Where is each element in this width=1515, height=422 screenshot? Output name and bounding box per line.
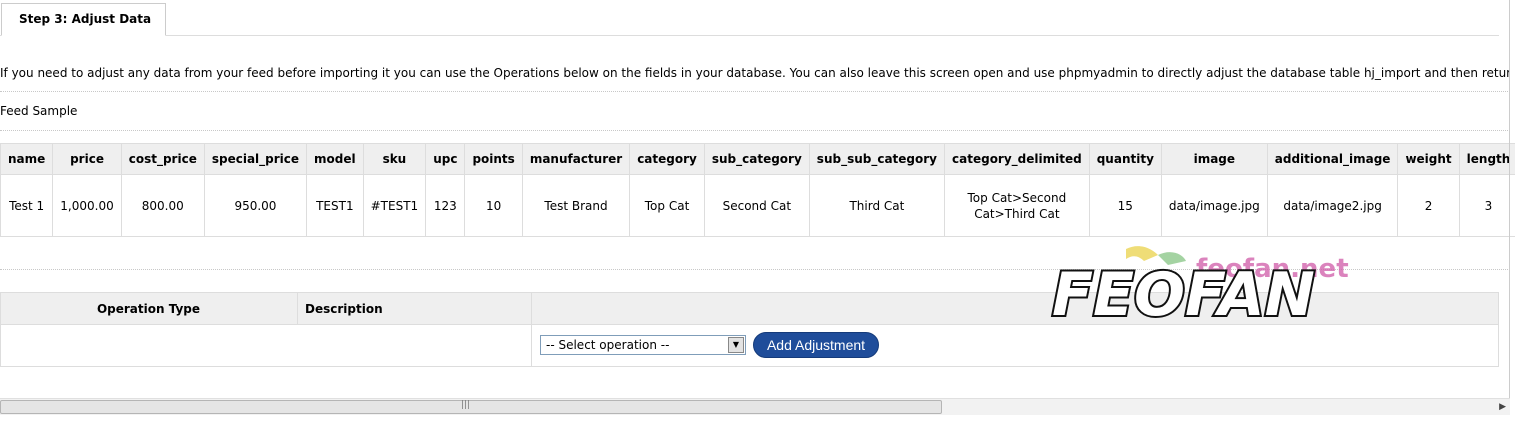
- column-header-price: price: [52, 143, 122, 175]
- divider: [0, 130, 1510, 131]
- column-header-sku: sku: [362, 143, 427, 175]
- cell-sub-category: Second Cat: [703, 174, 810, 237]
- column-header-weight: weight: [1397, 143, 1460, 175]
- column-header-category: category: [629, 143, 705, 175]
- column-header-manufacturer: manufacturer: [521, 143, 631, 175]
- tab-bar: Step 3: Adjust Data: [0, 0, 1499, 37]
- cell-image: data/image.jpg: [1160, 174, 1268, 237]
- column-header-sub-category: sub_category: [703, 143, 810, 175]
- page-border: [1509, 0, 1510, 410]
- column-header-model: model: [306, 143, 364, 175]
- cell-additional-image: data/image2.jpg: [1266, 174, 1399, 237]
- column-header-category-delimited: category_delimited: [944, 143, 1090, 175]
- column-header-upc: upc: [425, 143, 466, 175]
- watermark-color-blob: [1126, 246, 1158, 261]
- chevron-down-icon[interactable]: ▼: [728, 337, 744, 353]
- cell-cost-price: 800.00: [120, 174, 205, 237]
- table-row: Test 1 1,000.00 800.00 950.00 TEST1 #TEST1 123…: [0, 174, 1515, 237]
- table-header-row: name price cost_price special_price model sku…: [0, 143, 1515, 175]
- operation-select-value: -- Select operation --: [546, 338, 670, 352]
- tab-divider: [0, 35, 1499, 36]
- scrollbar-grip-icon: |||: [461, 400, 471, 410]
- operation-select[interactable]: -- Select operation -- ▼: [540, 335, 746, 355]
- column-header-name: name: [0, 143, 54, 175]
- operation-type-header: Operation Type: [0, 292, 298, 325]
- description-header: Description: [297, 292, 532, 325]
- cell-category-delimited: Top Cat>Second Cat>Third Cat: [944, 174, 1090, 237]
- operations-table: Operation Type Description: [0, 292, 1499, 367]
- cell-name: Test 1: [0, 174, 54, 237]
- scroll-right-arrow-icon[interactable]: ▶: [1499, 399, 1506, 415]
- scrollbar-thumb[interactable]: [0, 400, 942, 414]
- column-header-image: image: [1160, 143, 1268, 175]
- column-header-quantity: quantity: [1088, 143, 1162, 175]
- cell-price: 1,000.00: [52, 174, 122, 237]
- column-header-sub-sub-category: sub_sub_category: [808, 143, 946, 175]
- column-header-special-price: special_price: [203, 143, 308, 175]
- cell-length: 3: [1458, 174, 1515, 237]
- intro-text: If you need to adjust any data from your…: [0, 66, 1510, 80]
- cell-weight: 2: [1397, 174, 1460, 237]
- cell-manufacturer: Test Brand: [521, 174, 631, 237]
- feed-sample-title: Feed Sample: [0, 104, 78, 118]
- cell-upc: 123: [425, 174, 466, 237]
- column-header-points: points: [464, 143, 523, 175]
- cell-special-price: 950.00: [203, 174, 308, 237]
- column-header-length: length: [1458, 143, 1515, 175]
- action-header: [531, 292, 1499, 325]
- operations-header-row: Operation Type Description: [0, 292, 1499, 325]
- divider: [0, 91, 1510, 92]
- cell-points: 10: [464, 174, 523, 237]
- column-header-additional-image: additional_image: [1266, 143, 1399, 175]
- horizontal-scrollbar[interactable]: ||| ▶: [0, 398, 1510, 415]
- operations-empty-cell: [0, 324, 532, 367]
- divider: [0, 269, 1510, 270]
- cell-sku: #TEST1: [362, 174, 427, 237]
- add-adjustment-button[interactable]: Add Adjustment: [753, 332, 879, 358]
- operations-input-row: [0, 324, 1499, 367]
- cell-sub-sub-category: Third Cat: [808, 174, 946, 237]
- column-header-cost-price: cost_price: [120, 143, 205, 175]
- cell-model: TEST1: [306, 174, 364, 237]
- feed-sample-table: name price cost_price special_price model sku…: [0, 143, 1515, 237]
- cell-quantity: 15: [1088, 174, 1162, 237]
- watermark-color-blob: [1158, 252, 1186, 265]
- tab-step-3-adjust-data[interactable]: Step 3: Adjust Data: [1, 3, 166, 36]
- cell-category: Top Cat: [629, 174, 705, 237]
